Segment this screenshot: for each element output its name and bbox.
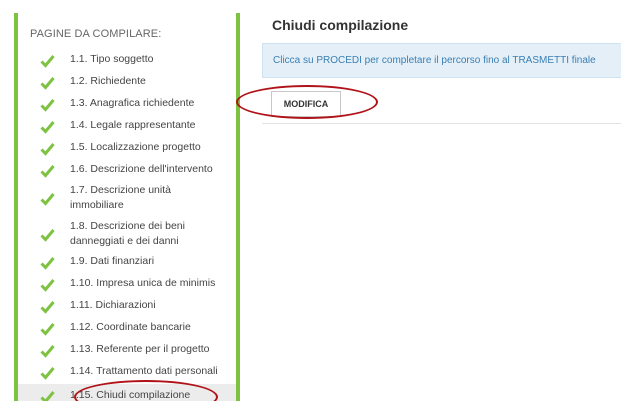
check-icon (40, 301, 55, 314)
sidebar-item-label: 1.7. Descrizione unità immobiliare (70, 184, 171, 211)
check-icon (40, 257, 55, 270)
sidebar-item-label: 1.10. Impresa unica de minimis (70, 277, 216, 289)
sidebar-item-label: 1.2. Richiedente (70, 75, 146, 87)
sidebar-item-descrizione-beni-danneggiati[interactable]: 1.8. Descrizione dei beni danneggiati e … (18, 218, 236, 252)
check-icon (40, 391, 55, 401)
sidebar-item-richiedente[interactable]: 1.2. Richiedente (18, 72, 236, 94)
sidebar-item-label: 1.14. Trattamento dati personali (70, 365, 218, 377)
check-icon (40, 323, 55, 336)
sidebar-item-label: 1.3. Anagrafica richiedente (70, 97, 195, 109)
check-icon (40, 99, 55, 112)
info-alert: Clicca su PROCEDI per completare il perc… (262, 43, 621, 78)
check-icon (40, 367, 55, 380)
check-icon (40, 279, 55, 292)
sidebar-item-label: 1.11. Dichiarazioni (70, 299, 156, 311)
divider (262, 123, 621, 124)
sidebar-item-anagrafica-richiedente[interactable]: 1.3. Anagrafica richiedente (18, 94, 236, 116)
sidebar-item-dati-finanziari[interactable]: 1.9. Dati finanziari (18, 252, 236, 274)
sidebar-item-tipo-soggetto[interactable]: 1.1. Tipo soggetto (18, 50, 236, 72)
check-icon (40, 193, 55, 206)
sidebar-item-descrizione-unita-immobiliare[interactable]: 1.7. Descrizione unità immobiliare (18, 182, 236, 216)
sidebar-item-label: 1.13. Referente per il progetto (70, 343, 210, 355)
sidebar-item-label: 1.12. Coordinate bancarie (70, 321, 191, 333)
sidebar-item-legale-rappresentante[interactable]: 1.4. Legale rappresentante (18, 116, 236, 138)
check-icon (40, 165, 55, 178)
sidebar-item-label: 1.1. Tipo soggetto (70, 53, 154, 65)
sidebar-item-referente-progetto[interactable]: 1.13. Referente per il progetto (18, 340, 236, 362)
info-text: Clicca su PROCEDI per completare il perc… (273, 55, 596, 66)
sidebar-item-impresa-unica[interactable]: 1.10. Impresa unica de minimis (18, 274, 236, 296)
sidebar-item-coordinate-bancarie[interactable]: 1.12. Coordinate bancarie (18, 318, 236, 340)
sidebar-item-dichiarazioni[interactable]: 1.11. Dichiarazioni (18, 296, 236, 318)
sidebar-item-localizzazione-progetto[interactable]: 1.5. Localizzazione progetto (18, 138, 236, 160)
check-icon (40, 345, 55, 358)
sidebar: PAGINE DA COMPILARE: 1.1. Tipo soggetto … (14, 13, 240, 401)
sidebar-header: PAGINE DA COMPILARE: (30, 28, 162, 40)
check-icon (40, 229, 55, 242)
sidebar-item-label: 1.8. Descrizione dei beni danneggiati e … (70, 220, 185, 247)
check-icon (40, 54, 55, 68)
check-icon (40, 121, 55, 134)
check-icon (40, 143, 55, 156)
annotation-circle-modifica (236, 85, 378, 119)
sidebar-item-label: 1.6. Descrizione dell'intervento (70, 163, 213, 175)
sidebar-item-label: 1.4. Legale rappresentante (70, 119, 196, 131)
sidebar-item-label: 1.9. Dati finanziari (70, 255, 155, 267)
page-title: Chiudi compilazione (272, 17, 409, 33)
sidebar-item-descrizione-intervento[interactable]: 1.6. Descrizione dell'intervento (18, 160, 236, 182)
sidebar-item-label: 1.5. Localizzazione progetto (70, 141, 201, 153)
check-icon (40, 77, 55, 90)
